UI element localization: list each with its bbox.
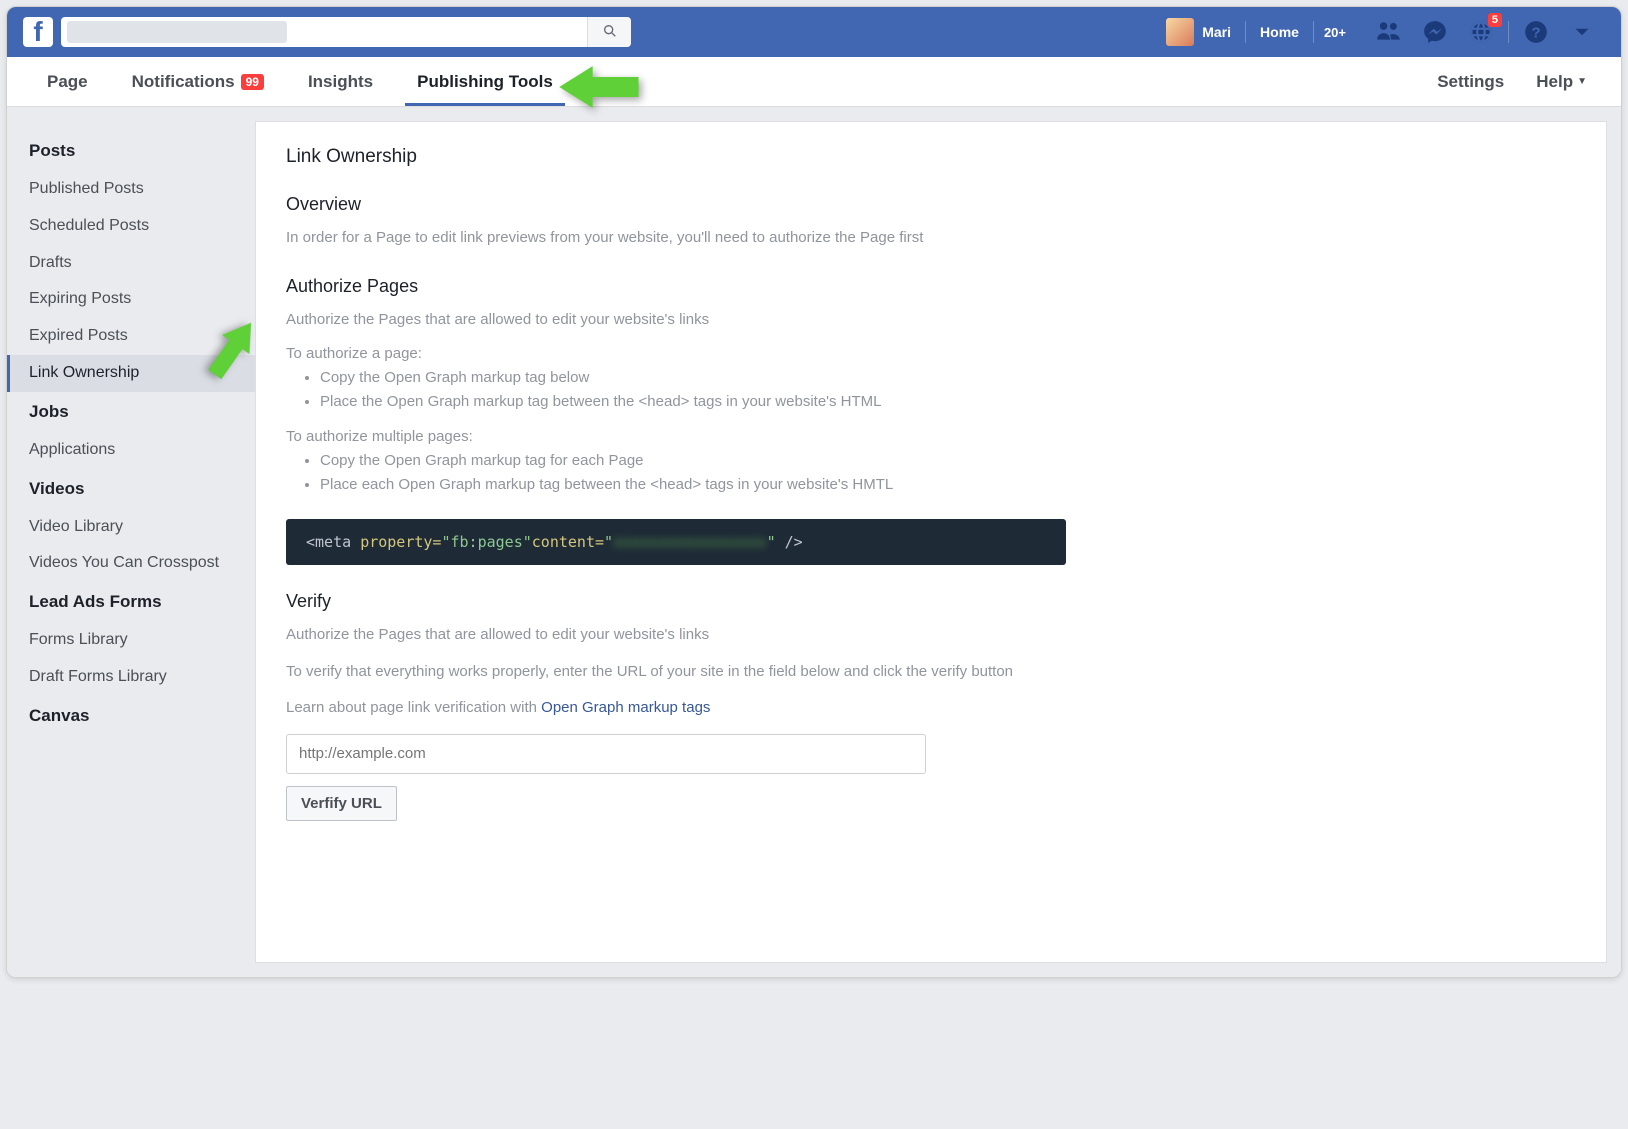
avatar — [1166, 18, 1194, 46]
code-content-open: " — [604, 533, 613, 551]
tab-label: Notifications — [132, 72, 235, 92]
list-item: Copy the Open Graph markup tag for each … — [320, 449, 1576, 473]
sidebar-heading-lead-ads: Lead Ads Forms — [7, 582, 255, 622]
sidebar-item-link-ownership[interactable]: Link Ownership — [7, 355, 255, 392]
sidebar-item-applications[interactable]: Applications — [7, 432, 255, 469]
verify-heading: Verify — [286, 591, 1576, 612]
open-graph-link[interactable]: Open Graph markup tags — [541, 699, 710, 716]
tab-insights[interactable]: Insights — [286, 57, 395, 106]
home-link[interactable]: Home — [1250, 24, 1309, 40]
single-bullets: Copy the Open Graph markup tag below Pla… — [286, 366, 1576, 414]
username-label: Mari — [1202, 24, 1231, 40]
sidebar-item-scheduled-posts[interactable]: Scheduled Posts — [7, 208, 255, 245]
code-prop: "fb:pages" — [441, 533, 531, 551]
search-icon — [602, 23, 618, 42]
tab-label: Help — [1536, 72, 1573, 92]
page-title: Link Ownership — [286, 146, 1576, 168]
sidebar-item-published-posts[interactable]: Published Posts — [7, 171, 255, 208]
code-snippet: <meta property="fb:pages"content="xxxxxx… — [286, 519, 1066, 565]
tab-label: Publishing Tools — [417, 72, 553, 92]
multi-intro: To authorize multiple pages: — [286, 428, 1576, 445]
single-intro: To authorize a page: — [286, 345, 1576, 362]
verify-learn-prefix: Learn about page link verification with — [286, 699, 541, 716]
sidebar: Posts Published Posts Scheduled Posts Dr… — [7, 121, 255, 963]
sidebar-item-drafts[interactable]: Drafts — [7, 245, 255, 282]
tab-settings[interactable]: Settings — [1421, 72, 1520, 92]
sidebar-heading-canvas: Canvas — [7, 696, 255, 736]
authorize-text: Authorize the Pages that are allowed to … — [286, 309, 1576, 332]
divider — [1313, 21, 1314, 43]
sidebar-item-expired-posts[interactable]: Expired Posts — [7, 318, 255, 355]
authorize-heading: Authorize Pages — [286, 276, 1576, 297]
svg-text:?: ? — [1531, 24, 1540, 41]
multi-bullets: Copy the Open Graph markup tag for each … — [286, 449, 1576, 497]
search-wrap — [61, 17, 631, 47]
main-panel: Link Ownership Overview In order for a P… — [255, 121, 1607, 963]
sidebar-item-videos-crosspost[interactable]: Videos You Can Crosspost — [7, 545, 255, 582]
topbar: f Mari Home 20+ 5 — [7, 7, 1621, 57]
tab-label: Settings — [1437, 72, 1504, 92]
page-navbar: Page Notifications 99 Insights Publishin… — [7, 57, 1621, 107]
messenger-icon[interactable] — [1422, 19, 1448, 45]
sidebar-heading-posts: Posts — [7, 131, 255, 171]
sidebar-item-forms-library[interactable]: Forms Library — [7, 622, 255, 659]
verify-url-button[interactable]: Verfify URL — [286, 786, 397, 821]
list-item: Place the Open Graph markup tag between … — [320, 390, 1576, 414]
sidebar-item-video-library[interactable]: Video Library — [7, 509, 255, 546]
verify-text-1: Authorize the Pages that are allowed to … — [286, 624, 1576, 647]
overview-heading: Overview — [286, 194, 1576, 215]
user-profile-link[interactable]: Mari — [1156, 17, 1241, 47]
notification-counter[interactable]: 20+ — [1318, 23, 1352, 42]
search-token[interactable] — [67, 21, 287, 43]
sidebar-heading-videos: Videos — [7, 469, 255, 509]
tab-help[interactable]: Help ▼ — [1520, 72, 1603, 92]
sidebar-item-expiring-posts[interactable]: Expiring Posts — [7, 281, 255, 318]
list-item: Place each Open Graph markup tag between… — [320, 473, 1576, 497]
tab-page[interactable]: Page — [25, 57, 110, 106]
verify-url-input[interactable] — [286, 734, 926, 774]
tab-notifications[interactable]: Notifications 99 — [110, 57, 286, 106]
tab-badge: 99 — [241, 74, 264, 90]
content-area: Posts Published Posts Scheduled Posts Dr… — [7, 107, 1621, 977]
dropdown-caret-icon[interactable] — [1569, 19, 1595, 45]
code-redacted: xxxxxxxxxxxxxxxxx — [613, 533, 767, 551]
code-content-close: " — [767, 533, 776, 551]
list-item: Copy the Open Graph markup tag below — [320, 366, 1576, 390]
divider — [1245, 21, 1246, 43]
divider — [1508, 21, 1509, 43]
overview-text: In order for a Page to edit link preview… — [286, 227, 1576, 250]
tab-label: Insights — [308, 72, 373, 92]
tab-label: Page — [47, 72, 88, 92]
search-button[interactable] — [587, 17, 631, 47]
sidebar-item-draft-forms-library[interactable]: Draft Forms Library — [7, 659, 255, 696]
tab-publishing-tools[interactable]: Publishing Tools — [395, 57, 575, 106]
help-icon[interactable]: ? — [1523, 19, 1549, 45]
globe-badge: 5 — [1488, 13, 1502, 27]
chevron-down-icon: ▼ — [1577, 76, 1587, 87]
friends-icon[interactable] — [1376, 19, 1402, 45]
notifications-globe-icon[interactable]: 5 — [1468, 19, 1494, 45]
search-input[interactable] — [293, 24, 587, 40]
verify-text-2: To verify that everything works properly… — [286, 661, 1576, 684]
sidebar-heading-jobs: Jobs — [7, 392, 255, 432]
verify-learn-line: Learn about page link verification with … — [286, 697, 1576, 720]
facebook-logo[interactable]: f — [23, 17, 53, 47]
